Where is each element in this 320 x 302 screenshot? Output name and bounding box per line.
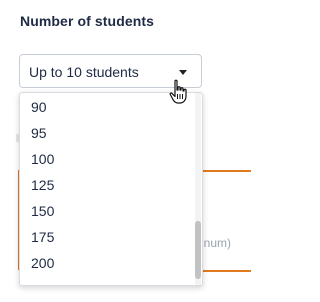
- option-150[interactable]: 150: [31, 201, 54, 221]
- field-label: Number of students: [20, 13, 155, 29]
- page: Number of students nnum) Up to 10 studen…: [0, 0, 251, 302]
- hand-pointer-icon: [169, 79, 187, 104]
- option-100[interactable]: 100: [31, 149, 54, 169]
- option-200[interactable]: 200: [31, 253, 54, 273]
- background-divider: [200, 270, 251, 272]
- chevron-down-icon[interactable]: [179, 70, 187, 75]
- option-125[interactable]: 125: [31, 175, 54, 195]
- dropdown-list[interactable]: 90 95 100 125 150 175 200: [19, 92, 203, 286]
- option-95[interactable]: 95: [31, 123, 47, 143]
- option-90[interactable]: 90: [31, 97, 47, 117]
- scrollbar-thumb[interactable]: [195, 221, 201, 279]
- option-175[interactable]: 175: [31, 227, 54, 247]
- selected-value: Up to 10 students: [29, 64, 139, 80]
